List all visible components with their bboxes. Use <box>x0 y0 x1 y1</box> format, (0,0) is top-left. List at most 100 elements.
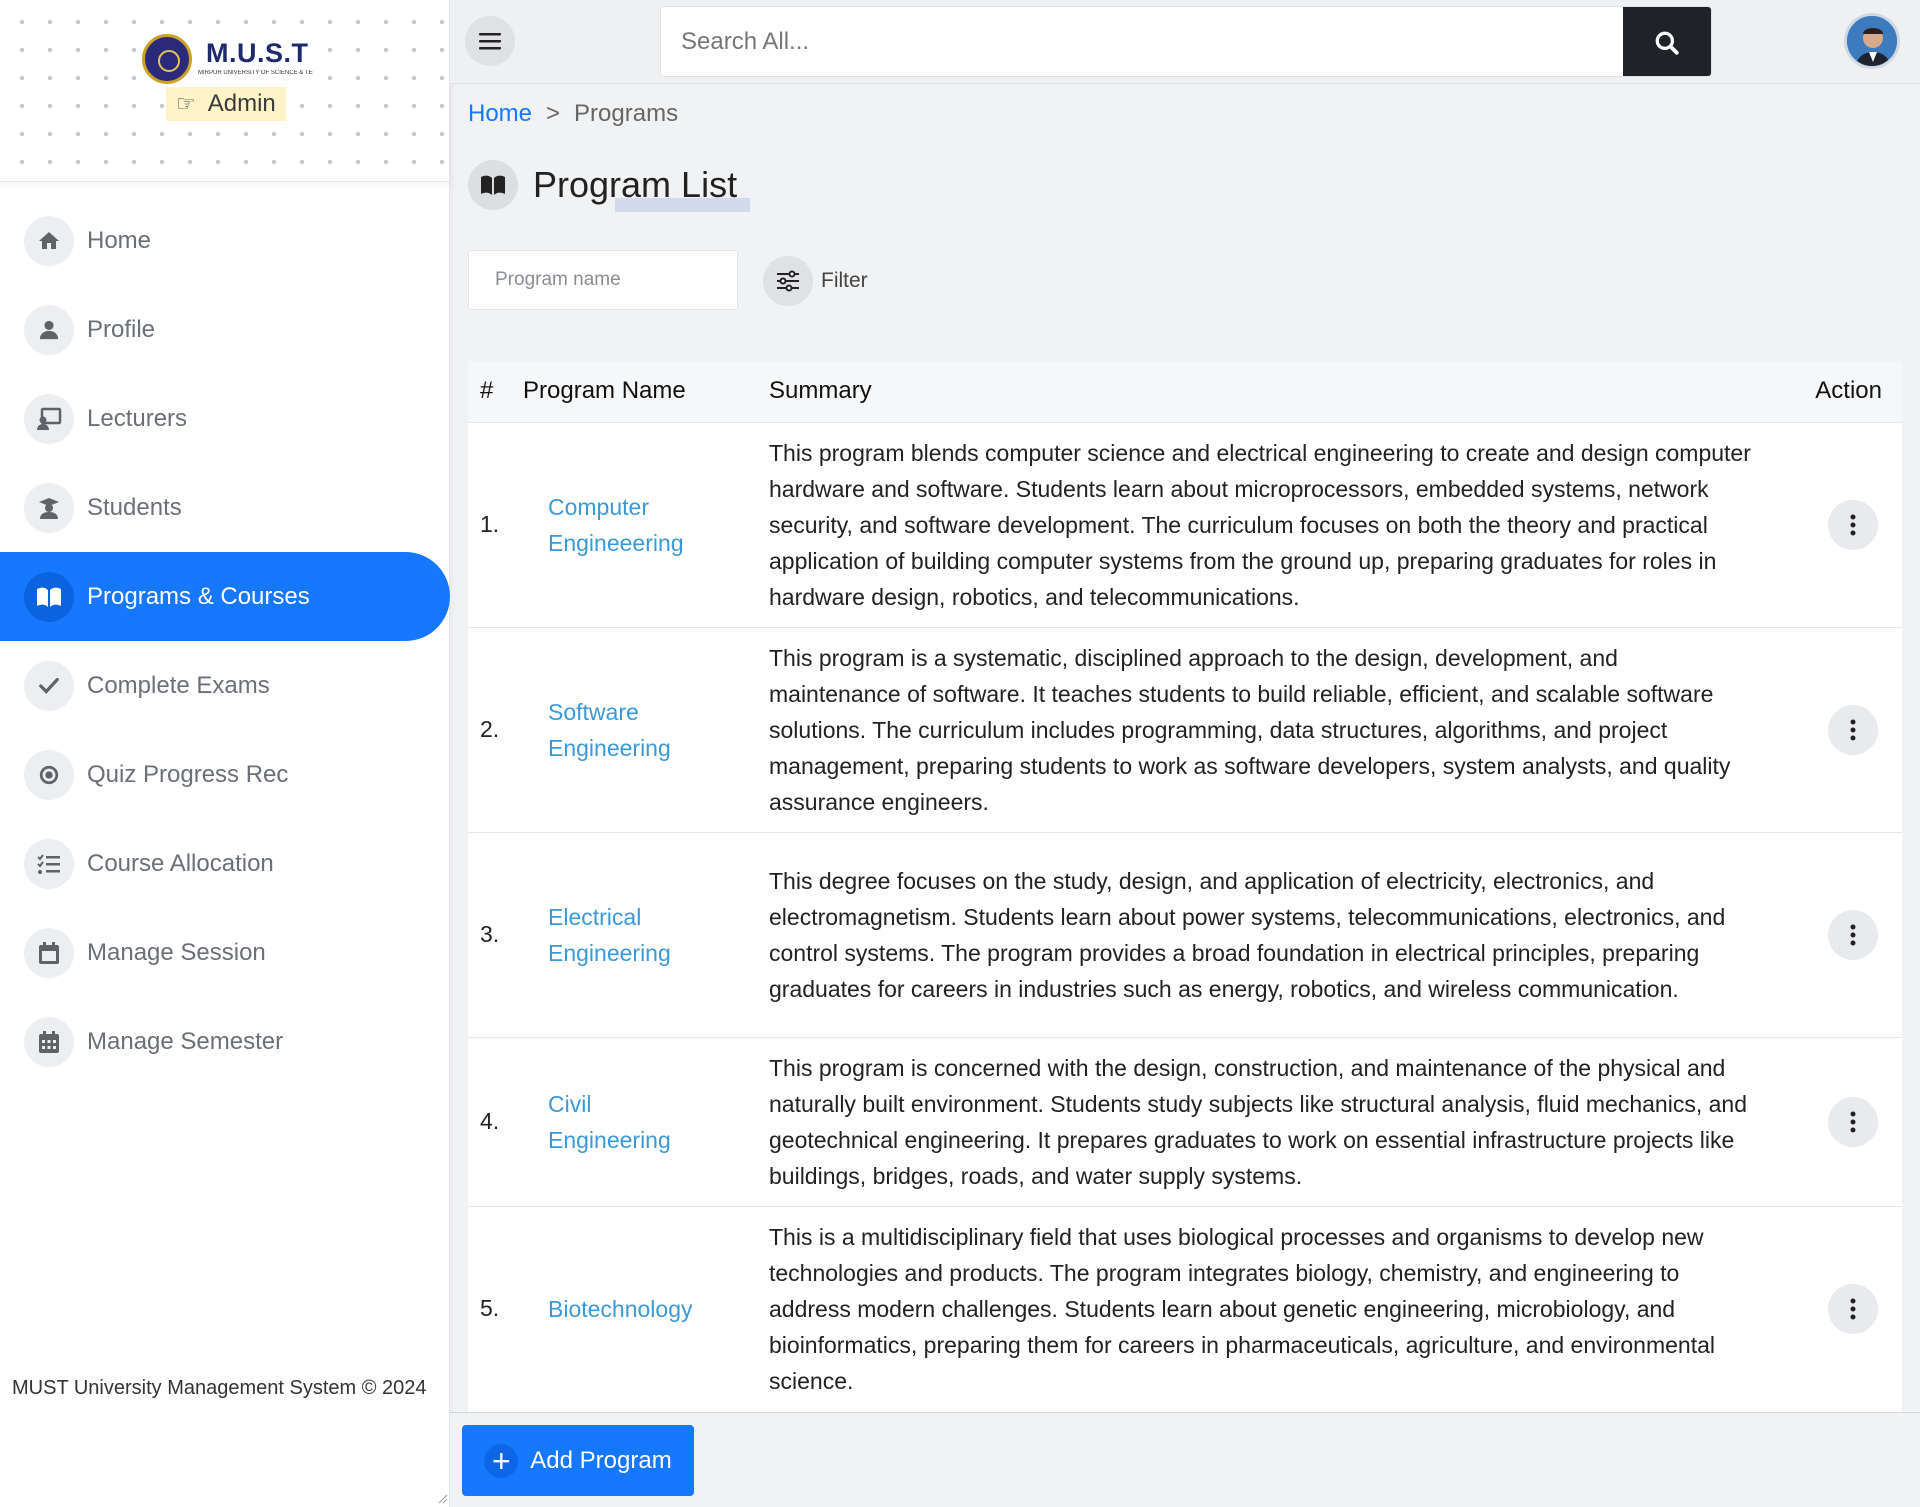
sidebar-item-label: Quiz Progress Rec <box>87 760 289 788</box>
row-actions-button[interactable] <box>1828 1096 1878 1147</box>
add-program-label: Add Program <box>530 1446 672 1474</box>
table-header-row: # Program Name Summary Action <box>468 361 1902 422</box>
program-name-link[interactable]: Software Engineering <box>523 627 769 832</box>
program-name-line: Software <box>548 698 639 725</box>
kebab-menu-icon <box>1850 514 1856 535</box>
sidebar-item-label: Course Allocation <box>87 849 274 877</box>
breadcrumb-separator: > <box>546 100 561 127</box>
user-icon <box>24 304 74 355</box>
add-program-button[interactable]: + Add Program <box>462 1425 694 1496</box>
row-number: 1. <box>480 511 500 537</box>
graduate-icon <box>24 482 74 533</box>
home-icon <box>24 215 74 266</box>
program-name-line: Engineering <box>548 734 671 761</box>
sidebar-item-home[interactable]: Home <box>0 196 450 285</box>
brand-subtitle: MIRPUR UNIVERSITY OF SCIENCE & TECHNOLOG… <box>198 70 313 76</box>
pointing-hand-icon: ☞ <box>176 91 196 116</box>
row-number: 3. <box>480 921 500 947</box>
sidebar-nav: Home Profile Lecturers Students Programs… <box>0 196 450 1086</box>
program-summary: This program is concerned with the desig… <box>769 1054 1747 1189</box>
calendar-grid-icon <box>24 1016 74 1067</box>
sidebar-item-manage-session[interactable]: Manage Session <box>0 908 450 997</box>
role-badge: ☞ Admin <box>166 87 286 121</box>
search-input[interactable] <box>661 7 1623 76</box>
column-header-number: # <box>480 377 494 405</box>
table-row: 2. Software Engineering This program is a… <box>468 627 1902 832</box>
sidebar-item-label: Manage Semester <box>87 1027 284 1055</box>
program-name-line: Engineering <box>548 1126 671 1153</box>
sidebar-item-label: Profile <box>87 315 156 343</box>
program-name-line: Engineeering <box>548 529 684 556</box>
table-row: 4. Civil Engineering This program is conc… <box>468 1037 1902 1206</box>
university-logo[interactable]: M.U.S.T MIRPUR UNIVERSITY OF SCIENCE & T… <box>142 34 313 86</box>
sidebar-item-label: Lecturers <box>87 404 188 432</box>
row-number: 5. <box>480 1295 500 1322</box>
list-check-icon <box>24 838 74 889</box>
search-icon <box>1655 31 1679 55</box>
program-name-link[interactable]: Biotechnology <box>523 1206 769 1411</box>
sidebar-item-lecturers[interactable]: Lecturers <box>0 374 450 463</box>
kebab-menu-icon <box>1850 719 1856 740</box>
program-name-line: Computer <box>548 493 649 520</box>
column-header-action: Action <box>1815 377 1882 405</box>
kebab-menu-icon <box>1850 1298 1856 1320</box>
table-row: 5. Biotechnology This is a multidiscipli… <box>468 1206 1902 1411</box>
program-name-link[interactable]: Electrical Engineering <box>523 832 769 1037</box>
row-actions-button[interactable] <box>1828 909 1878 960</box>
role-label: Admin <box>207 90 276 117</box>
chalkboard-teacher-icon <box>24 393 74 444</box>
programs-table-card: # Program Name Summary Action 1. Compute… <box>468 361 1902 1413</box>
breadcrumb-home-link[interactable]: Home <box>468 100 532 128</box>
sidebar-item-complete-exams[interactable]: Complete Exams <box>0 641 450 730</box>
search-button[interactable] <box>1623 7 1711 76</box>
plus-icon: + <box>484 1443 519 1478</box>
row-actions-button[interactable] <box>1828 499 1878 550</box>
row-number: 2. <box>480 716 500 742</box>
brand-header: M.U.S.T MIRPUR UNIVERSITY OF SCIENCE & T… <box>0 0 450 182</box>
menu-toggle-button[interactable] <box>465 16 515 66</box>
page-title: Program List <box>533 164 751 212</box>
check-icon <box>24 660 74 711</box>
program-name-line: Electrical <box>548 903 642 930</box>
sidebar-item-profile[interactable]: Profile <box>0 285 450 374</box>
sidebar-item-quiz-progress[interactable]: Quiz Progress Rec <box>0 730 450 819</box>
program-summary: This program is a systematic, discipline… <box>769 644 1731 815</box>
resize-grip-icon[interactable] <box>436 1492 448 1504</box>
row-actions-button[interactable] <box>1828 704 1878 755</box>
filter-button[interactable]: Filter <box>763 256 868 306</box>
program-name-link[interactable]: Civil Engineering <box>523 1037 769 1206</box>
sidebar-item-course-allocation[interactable]: Course Allocation <box>0 819 450 908</box>
column-header-program-name: Program Name <box>523 377 686 405</box>
hamburger-icon <box>479 33 501 50</box>
filter-label: Filter <box>821 269 868 292</box>
top-bar <box>450 0 1920 84</box>
page-title-row: Program List <box>468 160 751 212</box>
kebab-menu-icon <box>1850 924 1856 945</box>
sliders-icon <box>763 256 813 306</box>
program-name-input[interactable] <box>468 250 738 310</box>
user-avatar[interactable] <box>1844 13 1900 69</box>
book-open-icon <box>468 160 518 210</box>
kebab-menu-icon <box>1850 1111 1856 1132</box>
sidebar-item-manage-semester[interactable]: Manage Semester <box>0 997 450 1086</box>
row-actions-button[interactable] <box>1828 1283 1878 1334</box>
record-icon <box>24 749 74 800</box>
program-name-link[interactable]: Computer Engineeering <box>523 422 769 627</box>
sidebar-item-students[interactable]: Students <box>0 463 450 552</box>
breadcrumb: Home > Programs <box>468 100 678 128</box>
book-open-icon <box>24 571 74 622</box>
table-row: 1. Computer Engineeering This program ble… <box>468 422 1902 627</box>
sidebar-item-programs-courses[interactable]: Programs & Courses <box>0 552 450 641</box>
avatar-image-icon <box>1847 16 1897 66</box>
sidebar-item-label: Manage Session <box>87 938 266 966</box>
sidebar-item-label: Complete Exams <box>87 671 270 699</box>
programs-table: # Program Name Summary Action 1. Compute… <box>468 361 1902 1411</box>
column-header-summary: Summary <box>769 377 872 405</box>
footer-copyright: MUST University Management System © 2024 <box>12 1377 427 1399</box>
program-name-line: Civil <box>548 1090 592 1117</box>
program-name-line: Engineering <box>548 939 671 966</box>
program-summary: This is a multidisciplinary field that u… <box>769 1223 1716 1394</box>
search-bar <box>660 6 1712 77</box>
sidebar-item-label: Programs & Courses <box>87 582 310 610</box>
program-summary: This degree focuses on the study, design… <box>769 867 1726 1002</box>
